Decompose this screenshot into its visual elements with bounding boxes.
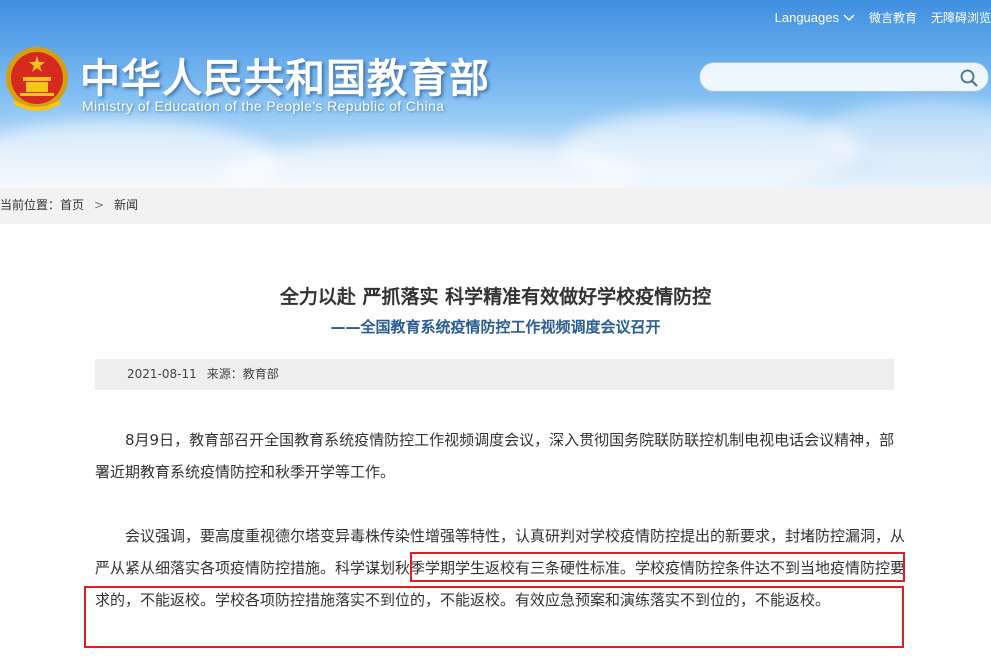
site-title-cn: 中华人民共和国教育部	[80, 56, 490, 102]
article-date: 2021-08-11	[127, 367, 197, 381]
top-links: Languages 微言教育 无障碍浏览	[775, 9, 991, 26]
site-header: 中华人民共和国教育部 Ministry of Education of the …	[0, 0, 991, 188]
cloud-decoration	[560, 110, 860, 188]
breadcrumb-prefix: 当前位置：	[0, 198, 61, 212]
article-source-label: 来源：	[206, 367, 243, 381]
article-paragraph: 8月9日，教育部召开全国教育系统疫情防控工作视频调度会议，深入贯彻国务院联防联控…	[95, 431, 895, 481]
article-subtitle: ——全国教育系统疫情防控工作视频调度会议召开	[330, 318, 661, 336]
site-title-en: Ministry of Education of the People's Re…	[82, 98, 445, 114]
accessibility-link[interactable]: 无障碍浏览	[931, 9, 991, 26]
search-bar	[699, 62, 989, 92]
breadcrumb-home-link[interactable]: 首页	[60, 196, 84, 213]
article-container: 全力以赴 严抓落实 科学精准有效做好学校疫情防控 ——全国教育系统疫情防控工作视…	[0, 224, 991, 658]
search-input[interactable]	[714, 67, 948, 89]
article-meta: 2021-08-11 来源：教育部	[95, 359, 894, 390]
breadcrumb-current-link[interactable]: 新闻	[114, 196, 138, 213]
article-title: 全力以赴 严抓落实 科学精准有效做好学校疫情防控	[279, 286, 712, 308]
article-paragraph: 会议强调，要高度重视德尔塔变异毒株传染性增强等特性，认真研判对学校疫情防控提出的…	[95, 527, 906, 609]
languages-dropdown[interactable]: Languages	[775, 10, 855, 25]
article-source: 教育部	[242, 367, 279, 381]
breadcrumb: 当前位置： 首页 > 新闻	[0, 196, 138, 213]
search-icon[interactable]	[960, 69, 978, 87]
national-emblem-icon	[6, 47, 68, 111]
breadcrumb-separator: >	[94, 197, 105, 212]
languages-label: Languages	[774, 10, 839, 25]
weiyan-link[interactable]: 微言教育	[869, 9, 917, 26]
chevron-down-icon	[843, 14, 855, 21]
